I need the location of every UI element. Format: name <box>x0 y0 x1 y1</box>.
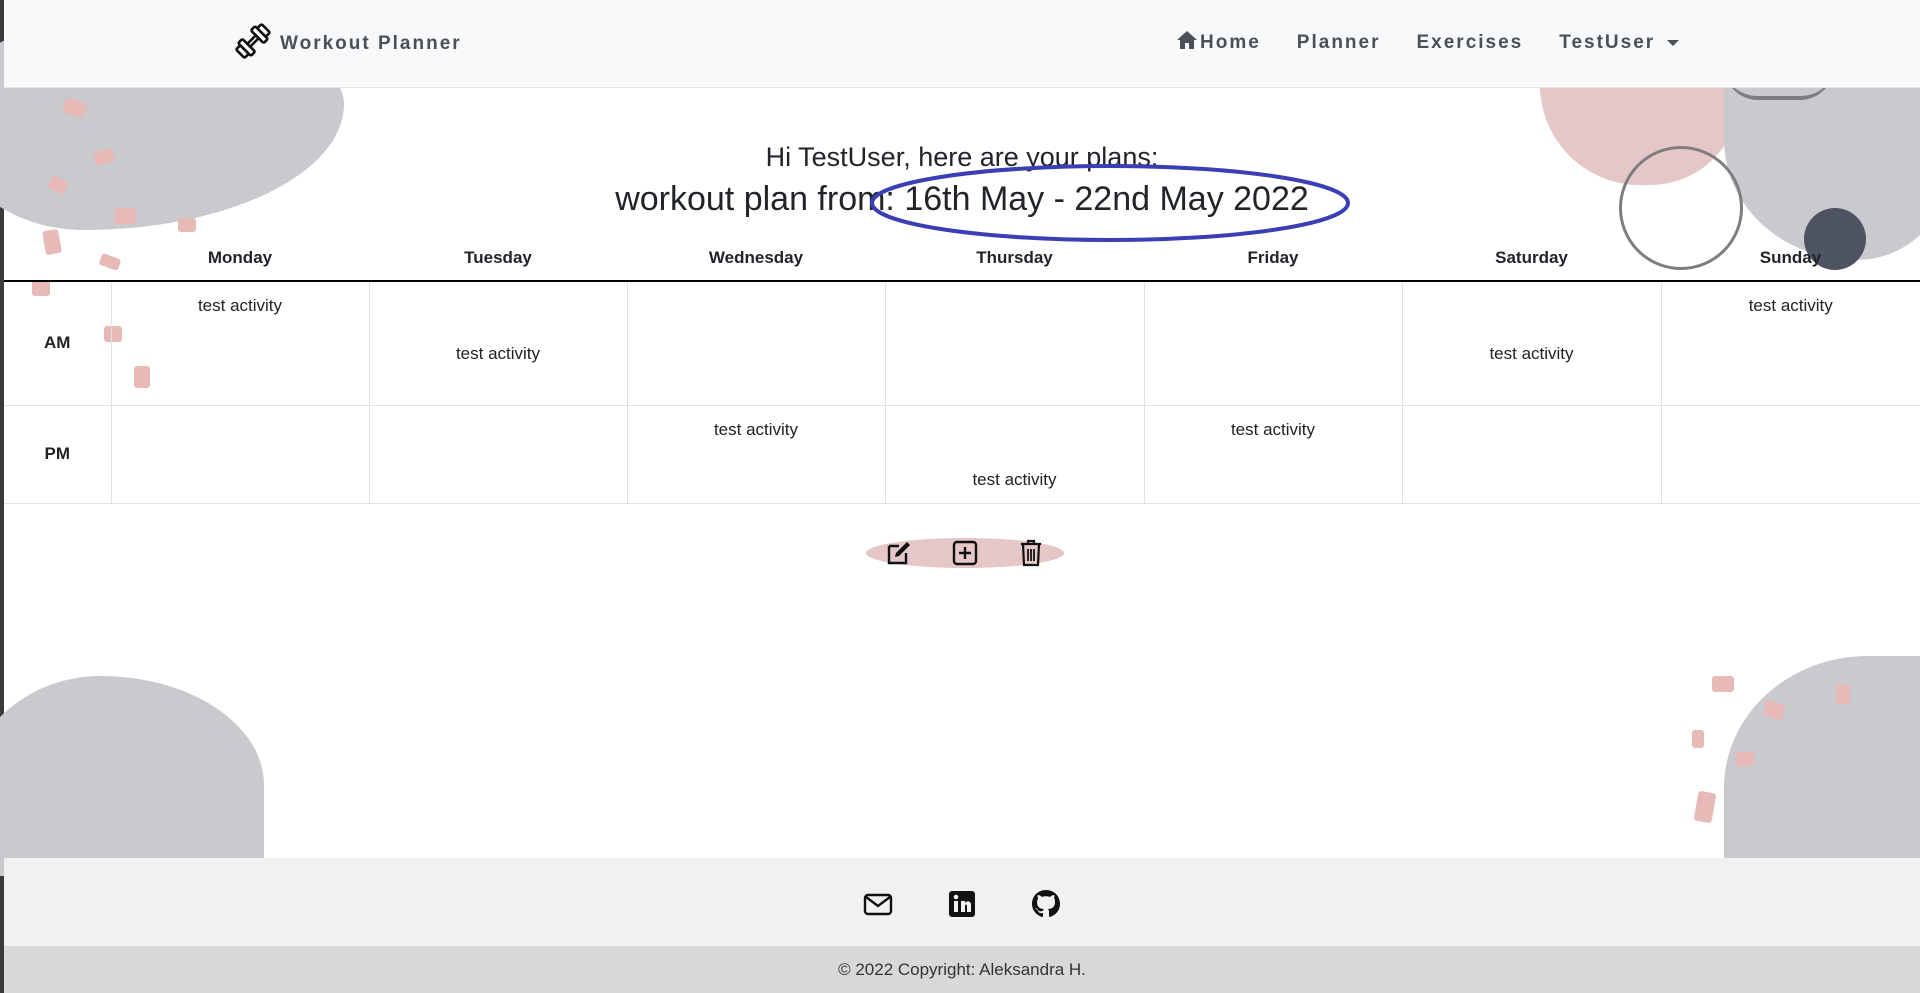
linkedin-link[interactable] <box>946 888 978 920</box>
highlight-ellipse <box>870 164 1350 242</box>
nav-planner-label: Planner <box>1296 32 1381 53</box>
activity-cell[interactable] <box>1402 405 1662 504</box>
nav-links: Home Planner Exercises TestUser <box>1176 26 1680 60</box>
mail-icon <box>863 893 893 916</box>
day-header: Wednesday <box>627 236 885 282</box>
plan-table: Monday Tuesday Wednesday Thursday Friday… <box>4 236 1920 504</box>
activity-cell[interactable]: test activity <box>885 405 1145 504</box>
copyright-text: © 2022 Copyright: Aleksandra H. <box>838 959 1086 979</box>
background-speck <box>1761 699 1787 721</box>
nav-home-link[interactable]: Home <box>1176 30 1261 56</box>
activity-cell[interactable] <box>627 281 886 406</box>
table-row: PM test activity test activity test acti… <box>4 405 1920 504</box>
navbar: Workout Planner Home Planner Exercises T… <box>4 0 1920 88</box>
nav-planner-link[interactable]: Planner <box>1297 32 1381 54</box>
background-speck <box>1693 790 1717 824</box>
nav-home-label: Home <box>1200 32 1261 53</box>
delete-icon <box>1021 539 1041 567</box>
row-label: PM <box>4 405 112 504</box>
activity-cell[interactable] <box>1661 405 1920 504</box>
email-link[interactable] <box>862 888 894 920</box>
activity-text: test activity <box>1489 344 1574 363</box>
activity-cell[interactable] <box>885 281 1145 406</box>
brand-name: Workout Planner <box>280 33 462 54</box>
activity-text: test activity <box>713 419 799 439</box>
activity-text: test activity <box>1230 419 1316 439</box>
linkedin-icon <box>949 891 975 917</box>
background-speck <box>1692 730 1704 748</box>
activity-cell[interactable]: test activity <box>111 281 370 406</box>
activity-cell[interactable]: test activity <box>1144 405 1403 504</box>
delete-plan-button[interactable] <box>1016 538 1046 568</box>
user-dropdown[interactable]: TestUser <box>1559 32 1680 54</box>
activity-cell[interactable] <box>369 405 628 504</box>
activity-cell[interactable]: test activity <box>369 281 628 406</box>
edit-plan-button[interactable] <box>884 538 914 568</box>
background-blob <box>0 676 264 876</box>
activity-text: test activity <box>1748 296 1833 315</box>
background-blob <box>1724 656 1920 876</box>
background-speck <box>1736 752 1754 766</box>
social-links <box>4 888 1920 920</box>
background-speck <box>1836 684 1850 704</box>
home-icon <box>1176 30 1198 56</box>
footer: © 2022 Copyright: Aleksandra H. <box>4 858 1920 993</box>
nav-exercises-label: Exercises <box>1416 32 1524 53</box>
row-label: AM <box>4 281 112 406</box>
nav-exercises-link[interactable]: Exercises <box>1417 32 1524 54</box>
day-header: Sunday <box>1661 236 1920 282</box>
dumbbell-icon <box>232 20 274 68</box>
activity-text: test activity <box>197 296 283 315</box>
github-link[interactable] <box>1030 888 1062 920</box>
background-speck <box>1712 676 1734 692</box>
background-speck <box>61 96 89 120</box>
activity-cell[interactable]: test activity <box>627 405 886 504</box>
github-icon <box>1032 890 1060 917</box>
activity-cell[interactable]: test activity <box>1402 281 1662 406</box>
activity-text: test activity <box>455 344 541 363</box>
table-row: AM test activity test activity test acti… <box>4 281 1920 406</box>
day-header: Monday <box>111 236 369 282</box>
background-speck <box>178 218 196 232</box>
corner-cell <box>4 236 111 282</box>
caret-down-icon <box>1667 40 1680 46</box>
edit-icon <box>887 542 910 565</box>
add-icon <box>952 540 978 566</box>
add-plan-button[interactable] <box>950 538 980 568</box>
day-header: Tuesday <box>369 236 627 282</box>
plan-actions <box>866 538 1064 568</box>
day-header: Saturday <box>1402 236 1661 282</box>
brand-link[interactable]: Workout Planner <box>232 22 462 66</box>
activity-cell[interactable] <box>111 405 370 504</box>
activity-text: test activity <box>972 469 1057 489</box>
activity-cell[interactable] <box>1144 281 1403 406</box>
copyright-bar: © 2022 Copyright: Aleksandra H. <box>4 946 1920 993</box>
activity-cell[interactable]: test activity <box>1661 281 1920 406</box>
user-dropdown-label: TestUser <box>1559 32 1656 53</box>
